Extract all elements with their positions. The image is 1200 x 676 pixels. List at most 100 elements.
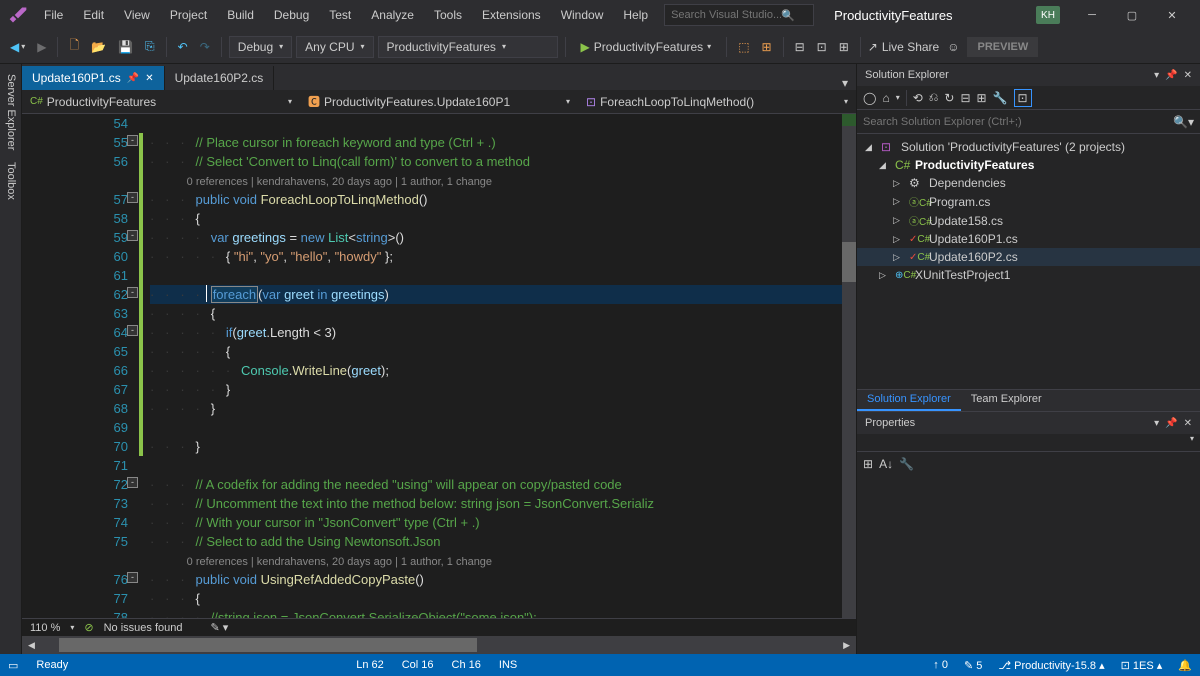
- menu-project[interactable]: Project: [162, 4, 215, 26]
- save-all-button[interactable]: ⎘: [141, 36, 159, 57]
- new-project-button[interactable]: 🗋: [65, 33, 83, 60]
- pin-icon[interactable]: 📌: [1165, 418, 1177, 429]
- dropdown-icon[interactable]: ▾: [1154, 418, 1159, 429]
- repo-button[interactable]: ⊡ 1ES ▴: [1121, 659, 1163, 672]
- home-icon[interactable]: ⌂: [882, 91, 889, 105]
- error-icon[interactable]: ✎ 5: [964, 659, 982, 672]
- caret-icon[interactable]: ✎ ▾: [211, 621, 229, 634]
- close-icon[interactable]: ✕: [145, 73, 153, 84]
- menu-window[interactable]: Window: [553, 4, 612, 26]
- hscroll[interactable]: ◀ ▶: [22, 636, 856, 654]
- user-badge[interactable]: KH: [1036, 6, 1060, 24]
- menu-file[interactable]: File: [36, 4, 71, 26]
- categorize-icon[interactable]: ⊞: [863, 457, 873, 471]
- fold-icon[interactable]: -: [127, 572, 138, 583]
- file-update158[interactable]: ▷ⓐC#Update158.cs: [857, 211, 1200, 230]
- solution-name: ProductivityFeatures: [834, 8, 953, 23]
- startup-dropdown[interactable]: ProductivityFeatures▾: [378, 36, 558, 58]
- menu-help[interactable]: Help: [615, 4, 656, 26]
- file-program[interactable]: ▷ⓐC#Program.cs: [857, 192, 1200, 211]
- tab-update160p2[interactable]: Update160P2.cs: [165, 66, 275, 90]
- server-explorer-tab[interactable]: Server Explorer: [0, 68, 21, 156]
- menu-extensions[interactable]: Extensions: [474, 4, 549, 26]
- notifications-icon[interactable]: 🔔: [1178, 659, 1192, 672]
- liveshare-button[interactable]: ↗Live Share: [868, 40, 939, 54]
- props-toolbar: ⊞ A↓ 🔧: [857, 452, 1200, 476]
- titlebar-search[interactable]: 🔍: [664, 4, 814, 26]
- se-search-input[interactable]: [863, 116, 1173, 128]
- project-xunit[interactable]: ▷⊕C#XUnitTestProject1: [857, 266, 1200, 284]
- menu-edit[interactable]: Edit: [75, 4, 112, 26]
- file-update160p2[interactable]: ▷✓C#Update160P2.cs: [857, 248, 1200, 266]
- csproj-icon: ⊕C#: [895, 270, 911, 281]
- close-icon[interactable]: ✕: [1184, 70, 1192, 81]
- start-button[interactable]: ▶ProductivityFeatures▾: [573, 37, 720, 57]
- tab-update160p1[interactable]: Update160P1.cs📌✕: [22, 66, 165, 90]
- tb-icon-4[interactable]: ⊡: [813, 37, 831, 57]
- menu-debug[interactable]: Debug: [266, 4, 317, 26]
- refresh-icon[interactable]: ↻: [944, 91, 954, 105]
- vscroll[interactable]: [842, 114, 856, 618]
- menu-test[interactable]: Test: [321, 4, 359, 26]
- close-button[interactable]: ✕: [1152, 1, 1192, 29]
- fold-icon[interactable]: -: [127, 477, 138, 488]
- menu-build[interactable]: Build: [219, 4, 262, 26]
- pin-icon[interactable]: 📌: [1165, 70, 1177, 81]
- feedback-icon[interactable]: ☺: [943, 37, 963, 57]
- tb-icon-3[interactable]: ⊟: [791, 37, 809, 57]
- statusbar: ▭ Ready Ln 62 Col 16 Ch 16 INS ↑ 0 ✎ 5 ⎇…: [0, 654, 1200, 676]
- config-dropdown[interactable]: Debug▾: [229, 36, 292, 58]
- nav-class[interactable]: 🅲ProductivityFeatures.Update160P1▾: [300, 93, 578, 110]
- zoom-level[interactable]: 110 %: [30, 622, 60, 634]
- save-button[interactable]: 💾: [114, 37, 137, 57]
- open-button[interactable]: 📂: [87, 37, 110, 57]
- minimize-button[interactable]: ─: [1072, 1, 1112, 29]
- back-icon[interactable]: ◯: [863, 91, 876, 105]
- branch-button[interactable]: ⎇ Productivity-15.8 ▴: [998, 659, 1104, 672]
- properties-icon[interactable]: 🔧: [993, 91, 1008, 105]
- platform-dropdown[interactable]: Any CPU▾: [296, 36, 373, 58]
- tb-icon-2[interactable]: ⊞: [758, 37, 776, 57]
- solution-node[interactable]: ◢⊡Solution 'ProductivityFeatures' (2 pro…: [857, 138, 1200, 156]
- file-update160p1[interactable]: ▷✓C#Update160P1.cs: [857, 230, 1200, 248]
- code-editor[interactable]: 5455-56 57-5859-606162-6364-656667686970…: [22, 114, 856, 618]
- collapse-icon[interactable]: ⊟: [960, 91, 970, 105]
- pin-icon[interactable]: 📌: [127, 73, 139, 84]
- tab-team-explorer[interactable]: Team Explorer: [961, 390, 1052, 411]
- close-icon[interactable]: ✕: [1184, 418, 1192, 429]
- fold-icon[interactable]: -: [127, 287, 138, 298]
- undo-button[interactable]: ↶: [174, 37, 192, 57]
- se-search[interactable]: 🔍▾: [857, 110, 1200, 134]
- tab-solution-explorer[interactable]: Solution Explorer: [857, 390, 961, 411]
- output-icon[interactable]: ▭: [8, 659, 18, 672]
- menu-tools[interactable]: Tools: [426, 4, 470, 26]
- fold-icon[interactable]: -: [127, 192, 138, 203]
- pending-icon[interactable]: ⎌: [929, 90, 939, 105]
- menu-analyze[interactable]: Analyze: [363, 4, 422, 26]
- tab-overflow-button[interactable]: ▾: [834, 76, 856, 90]
- sync-icon[interactable]: ⟲: [913, 91, 923, 105]
- preview-icon[interactable]: ⊡: [1014, 89, 1032, 107]
- search-input[interactable]: [671, 9, 781, 21]
- fold-icon[interactable]: -: [127, 230, 138, 241]
- fold-icon[interactable]: -: [127, 325, 138, 336]
- nav-project[interactable]: C#ProductivityFeatures▾: [22, 95, 300, 109]
- publish-icon[interactable]: ↑ 0: [933, 659, 948, 671]
- maximize-button[interactable]: ▢: [1112, 1, 1152, 29]
- redo-button[interactable]: ↷: [196, 37, 214, 57]
- fold-icon[interactable]: -: [127, 135, 138, 146]
- forward-button[interactable]: ▶: [33, 37, 50, 57]
- toolbox-tab[interactable]: Toolbox: [0, 156, 21, 206]
- nav-method[interactable]: ⊡ForeachLoopToLinqMethod()▾: [578, 95, 856, 109]
- back-button[interactable]: ◀▾: [6, 37, 29, 57]
- dropdown-icon[interactable]: ▾: [1154, 70, 1159, 81]
- menu-view[interactable]: View: [116, 4, 158, 26]
- dependencies-node[interactable]: ▷⚙Dependencies: [857, 174, 1200, 192]
- project-node[interactable]: ◢C#ProductivityFeatures: [857, 156, 1200, 174]
- se-tree[interactable]: ◢⊡Solution 'ProductivityFeatures' (2 pro…: [857, 134, 1200, 389]
- wrench-icon[interactable]: 🔧: [899, 457, 914, 471]
- show-all-icon[interactable]: ⊞: [977, 91, 987, 105]
- sort-icon[interactable]: A↓: [879, 457, 893, 471]
- tb-icon-5[interactable]: ⊞: [835, 37, 853, 57]
- tb-icon-1[interactable]: ⬚: [734, 37, 753, 57]
